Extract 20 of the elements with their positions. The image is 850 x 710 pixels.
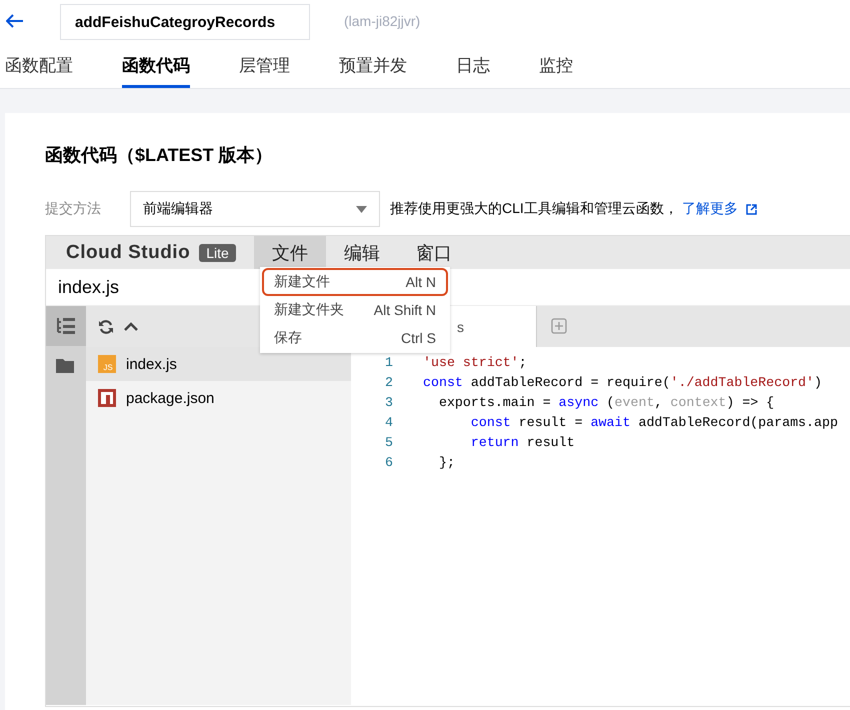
- line-number: 2: [384, 374, 394, 390]
- lite-badge: Lite: [199, 244, 236, 262]
- file-path: index.js: [58, 276, 120, 298]
- section-title: 函数代码（$LATEST 版本）: [45, 144, 274, 167]
- code-line: const result = await addTableRecord(params.app: [470, 414, 838, 430]
- line-number: 5: [384, 434, 394, 450]
- code-line: const addTableRecord = require('./addTableRecord'): [423, 374, 822, 390]
- hint-text: 推荐使用更强大的CLI工具编辑和管理云函数，: [390, 200, 678, 218]
- code-line: return result: [470, 434, 575, 450]
- line-number: 1: [384, 354, 394, 370]
- code-line: };: [438, 454, 455, 470]
- ide-brand: Cloud Studio: [66, 242, 190, 264]
- line-number: 6: [384, 454, 394, 470]
- code-line: exports.main = async (event, context) => {: [438, 394, 774, 410]
- js-file-icon: JS: [98, 355, 116, 373]
- line-number: 4: [384, 414, 394, 430]
- field-label: 提交方法: [45, 200, 102, 218]
- line-number: 3: [384, 394, 394, 410]
- function-id: (lam-ji82jjvr): [344, 13, 420, 29]
- code-line: 'use strict';: [423, 354, 527, 370]
